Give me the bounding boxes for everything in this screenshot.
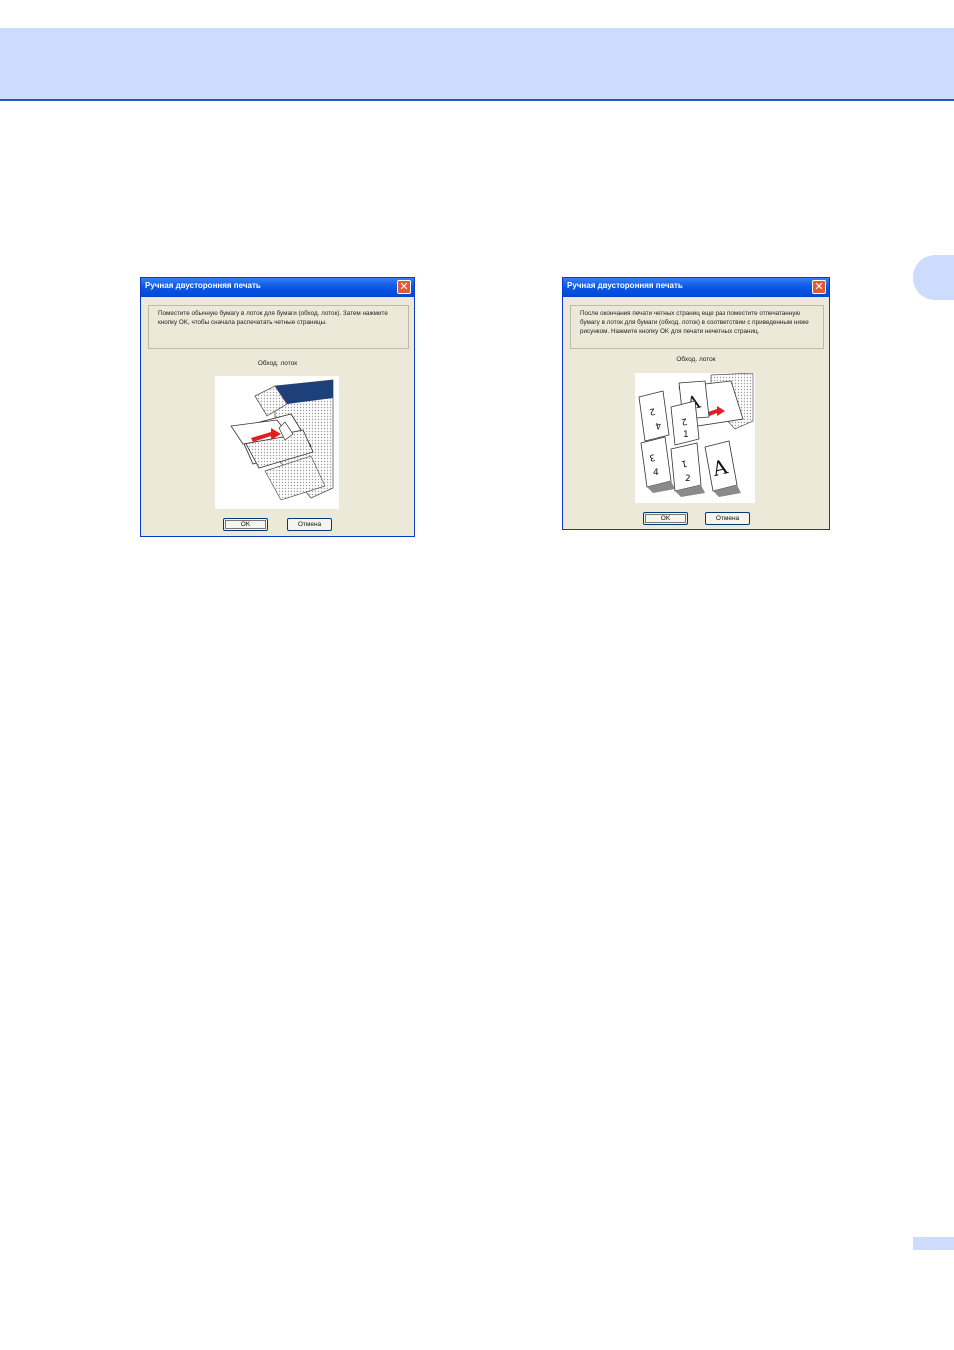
svg-text:1: 1: [683, 430, 689, 440]
cancel-button[interactable]: Отмена: [705, 512, 750, 525]
chapter-side-tab: [913, 255, 954, 300]
dialog-titlebar[interactable]: Ручная двусторонняя печать ✕: [563, 278, 829, 297]
image-caption: Обход. лоток: [676, 356, 716, 363]
image-caption: Обход. лоток: [257, 360, 298, 367]
cancel-button[interactable]: Отмена: [287, 518, 332, 531]
manual-duplex-dialog-even: Ручная двусторонняя печать ✕ Поместите о…: [140, 277, 415, 537]
page-order-illustration: A 2 4 2 1 3 4 1 2 A: [635, 373, 755, 503]
svg-text:2: 2: [685, 474, 691, 484]
svg-text:4: 4: [653, 468, 659, 478]
dialog-titlebar[interactable]: Ручная двусторонняя печать ✕: [141, 278, 414, 297]
dialog-title: Ручная двусторонняя печать: [145, 281, 261, 290]
printer-tray-illustration: [215, 376, 339, 509]
page-number-box: [913, 1237, 954, 1250]
dialog-message: Поместите обычную бумагу в лоток для бум…: [148, 305, 409, 349]
dialog-title: Ручная двусторонняя печать: [567, 281, 683, 290]
page-header-rule: [0, 99, 954, 101]
close-icon[interactable]: ✕: [812, 280, 826, 294]
ok-button[interactable]: OK: [223, 518, 268, 531]
manual-duplex-dialog-odd: Ручная двусторонняя печать ✕ После оконч…: [562, 277, 830, 530]
ok-button[interactable]: OK: [643, 512, 688, 525]
close-icon[interactable]: ✕: [397, 280, 411, 294]
dialog-message: После окончания печати четных страниц ещ…: [570, 305, 824, 349]
page-header-band: [0, 28, 954, 99]
